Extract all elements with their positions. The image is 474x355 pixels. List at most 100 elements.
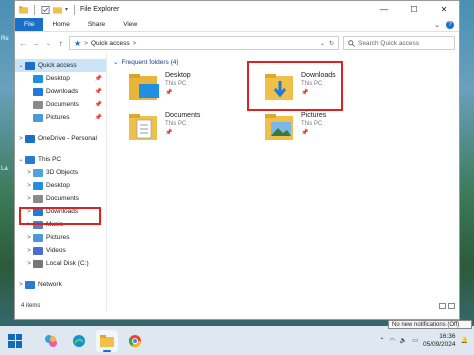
file-explorer-icon[interactable] — [96, 329, 118, 352]
pin-icon: 📌 — [94, 102, 102, 108]
nav-item-desktop[interactable]: Desktop 📌 — [15, 72, 106, 85]
back-arrow-icon[interactable]: ← — [19, 39, 28, 48]
chevron-up-icon[interactable]: ⌃ — [380, 337, 385, 344]
chevron-right-icon[interactable]: > — [25, 248, 33, 254]
nav-item-label: Desktop — [46, 182, 70, 189]
pin-icon: 📌 — [94, 89, 102, 95]
customize-toolbar-icon[interactable]: ▾ — [65, 6, 68, 13]
chevron-down-icon[interactable]: ⌄ — [17, 156, 25, 163]
chevron-down-icon[interactable]: ⌄ — [17, 62, 25, 69]
nav-item-label: Quick access — [38, 62, 77, 69]
copilot-icon[interactable] — [40, 330, 62, 352]
chevron-right-icon[interactable]: > — [25, 183, 33, 189]
address-bar[interactable]: ★ > Quick access > ⌄ ↻ — [69, 36, 339, 50]
downloads-nav-highlight — [19, 207, 101, 225]
nav-item-label: OneDrive - Personal — [38, 135, 97, 142]
properties-icon[interactable] — [41, 5, 50, 14]
frequent-folders-header[interactable]: ⌄ Frequent folders (4) — [113, 58, 179, 67]
chevron-down-icon: ⌄ — [113, 59, 119, 66]
address-dropdown-icon[interactable]: ⌄ — [320, 40, 325, 47]
tab-view[interactable]: View — [114, 18, 146, 31]
folder-tile-documents[interactable]: Documents This PC 📌 — [127, 112, 237, 152]
search-placeholder: Search Quick access — [358, 39, 420, 47]
breadcrumb-quick-access[interactable]: Quick access — [91, 40, 130, 47]
folder-name: Pictures — [301, 112, 327, 119]
nav-item-videos[interactable]: > Videos — [15, 244, 106, 257]
details-view-icon[interactable] — [439, 303, 446, 309]
folder-tile-desktop[interactable]: Desktop This PC 📌 — [127, 72, 237, 112]
edge-icon[interactable] — [68, 330, 90, 352]
folder-name: Documents — [165, 112, 201, 119]
maximize-button[interactable]: ☐ — [399, 1, 429, 18]
help-icon[interactable]: ? — [446, 20, 454, 29]
notification-tooltip: No new notifications (Off) — [388, 320, 472, 329]
nav-item-pictures[interactable]: Pictures 📌 — [15, 111, 106, 124]
search-icon — [348, 39, 355, 47]
desktop-folder-icon — [33, 74, 43, 83]
chevron-right-icon[interactable]: > — [25, 235, 33, 241]
nav-item-network[interactable]: > Network — [15, 278, 106, 291]
navigation-pane: ⌄ Quick access Desktop 📌 Downloads 📌 Documents… — [15, 54, 107, 311]
recent-locations-icon[interactable]: ⌄ — [44, 40, 53, 47]
wifi-icon[interactable]: ◠ — [390, 337, 395, 344]
breadcrumb-separator: > — [132, 39, 137, 47]
nav-item-downloads[interactable]: Downloads 📌 — [15, 85, 106, 98]
tab-share[interactable]: Share — [79, 18, 114, 31]
chevron-right-icon[interactable]: > — [25, 170, 33, 176]
start-icon[interactable] — [8, 333, 22, 348]
folder-location: This PC — [301, 121, 323, 127]
chevron-right-icon[interactable]: > — [17, 282, 25, 288]
folder-icon — [19, 5, 28, 14]
nav-item-3d-objects[interactable]: >3D Objects — [15, 166, 106, 179]
nav-item-desktop[interactable]: > Desktop — [15, 179, 106, 192]
forward-arrow-icon[interactable]: → — [32, 39, 41, 48]
up-arrow-icon[interactable]: ↑ — [57, 39, 66, 48]
nav-item-label: Documents — [46, 101, 79, 108]
quick-access-toolbar: ▾ — [15, 4, 78, 15]
system-tray: ⌃ ◠ 🔈 ▭ 16:36 05/09/2024 🔔 — [380, 333, 474, 349]
desktop-folder-icon — [129, 74, 159, 100]
battery-icon[interactable]: ▭ — [412, 337, 418, 344]
search-box[interactable]: Search Quick access — [343, 36, 455, 50]
refresh-icon[interactable]: ↻ — [329, 40, 334, 47]
large-icons-view-icon[interactable] — [448, 303, 455, 309]
tab-home[interactable]: Home — [43, 18, 78, 31]
tab-file[interactable]: File — [15, 18, 44, 31]
chevron-right-icon[interactable]: > — [25, 261, 33, 267]
nav-item-label: Network — [38, 281, 62, 288]
nav-item-documents[interactable]: > Documents — [15, 192, 106, 205]
notification-bell-icon[interactable]: 🔔 — [461, 337, 468, 344]
volume-icon[interactable]: 🔈 — [400, 337, 407, 344]
separator — [34, 4, 35, 15]
title-bar: ▾ File Explorer — ☐ ✕ — [15, 1, 459, 18]
expand-ribbon-icon[interactable]: ⌄ — [434, 21, 440, 29]
nav-item-label: Desktop — [46, 75, 70, 82]
nav-item-pictures[interactable]: > Pictures — [15, 231, 106, 244]
nav-item-quick-access[interactable]: ⌄ Quick access — [15, 59, 106, 72]
chevron-right-icon[interactable]: > — [25, 196, 33, 202]
documents-icon — [33, 194, 43, 203]
folder-tile-pictures[interactable]: Pictures This PC 📌 — [263, 112, 373, 152]
window-title: File Explorer — [80, 6, 120, 13]
nav-item-onedrive-personal[interactable]: > OneDrive - Personal — [15, 132, 106, 145]
nav-item-this-pc[interactable]: ⌄ This PC — [15, 153, 106, 166]
chevron-right-icon[interactable]: > — [17, 136, 25, 142]
chrome-icon[interactable] — [124, 330, 146, 352]
nav-item-label: 3D Objects — [46, 169, 79, 176]
nav-item-label: Documents — [46, 195, 79, 202]
folder-location: This PC — [165, 81, 187, 87]
pin-icon: 📌 — [94, 76, 102, 82]
folder-location: This PC — [165, 121, 187, 127]
new-folder-icon[interactable] — [53, 6, 62, 14]
minimize-button[interactable]: — — [369, 1, 399, 18]
close-button[interactable]: ✕ — [429, 1, 459, 18]
pin-icon: 📌 — [165, 130, 173, 136]
ribbon-tabs: File Home Share View ⌄ ? — [15, 18, 459, 32]
pin-icon: 📌 — [165, 90, 173, 96]
clock[interactable]: 16:36 05/09/2024 — [423, 333, 456, 349]
nav-item-documents[interactable]: Documents 📌 — [15, 98, 106, 111]
nav-item-local-disk-c[interactable]: > Local Disk (C:) — [15, 257, 106, 270]
nav-item-label: Pictures — [46, 114, 70, 121]
drive-icon — [33, 259, 43, 268]
